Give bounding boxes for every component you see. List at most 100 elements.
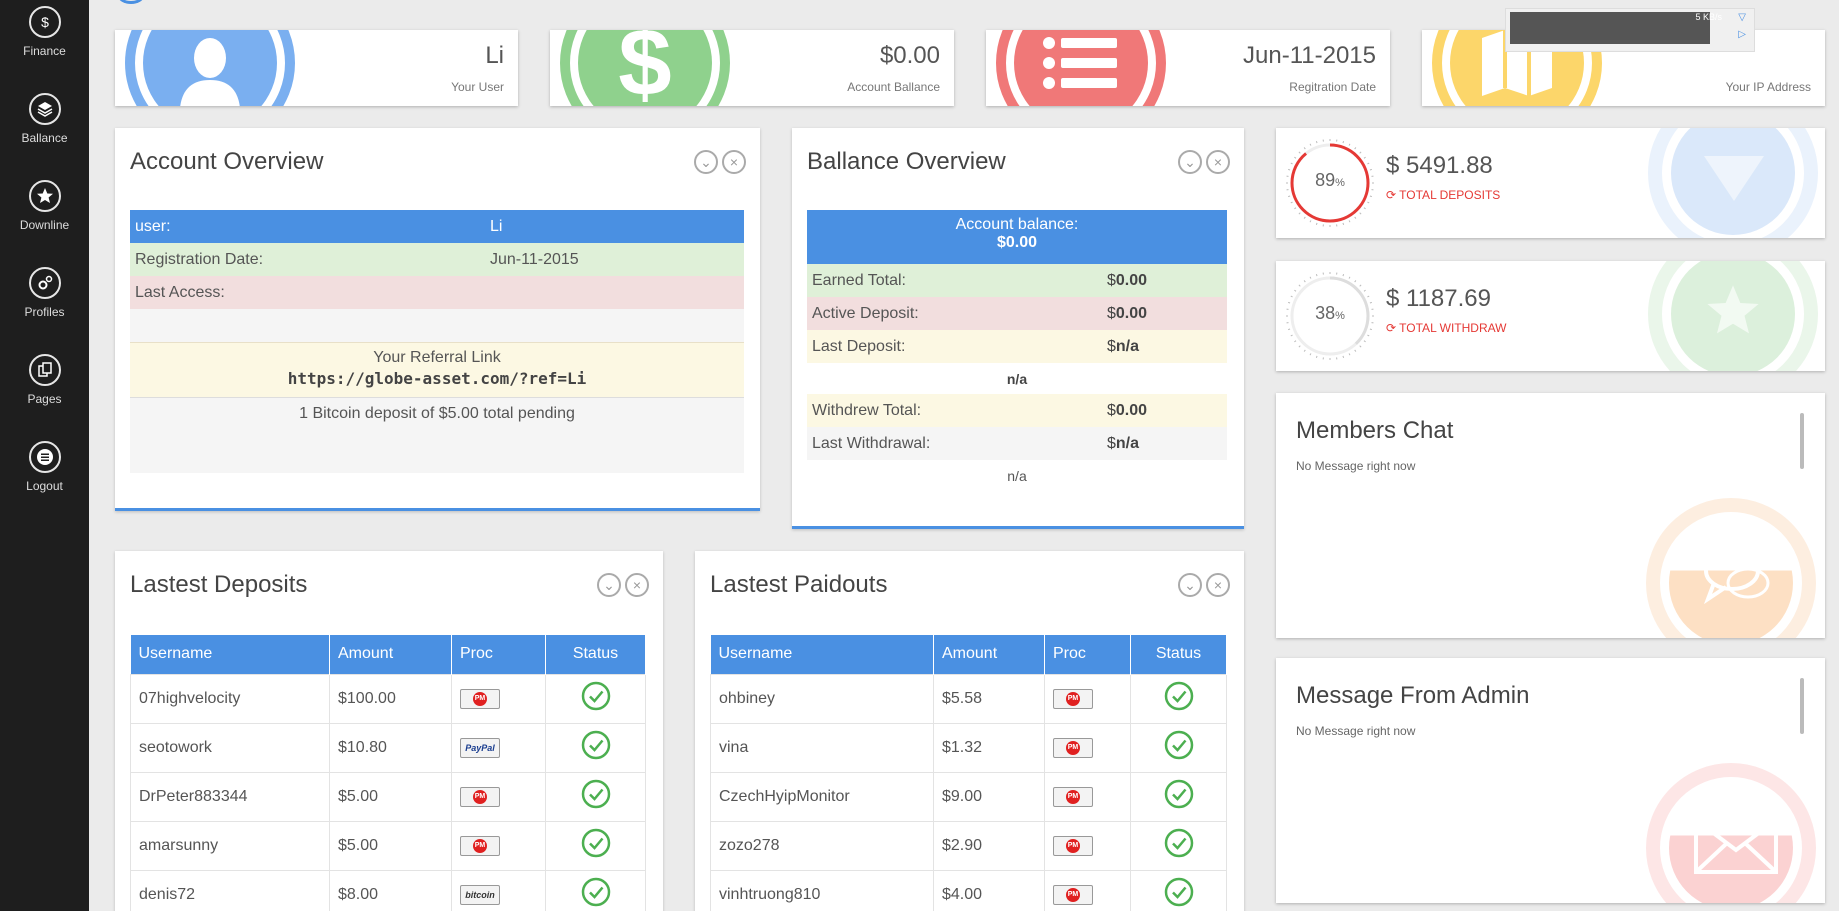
status-cell xyxy=(545,771,646,822)
gauge-tick xyxy=(1369,328,1373,331)
sidebar-item-pages[interactable]: Pages xyxy=(0,354,89,406)
star-icon xyxy=(28,180,61,212)
gauge-tick xyxy=(1315,355,1318,359)
amount-cell: $4.00 xyxy=(933,869,1045,911)
amount-cell: $8.00 xyxy=(329,869,452,911)
status-cell xyxy=(545,722,646,773)
sidebar-item-label: Finance xyxy=(23,44,66,58)
gauge-tick xyxy=(1369,195,1373,198)
sidebar: $ Finance Ballance Downline Profiles Pag… xyxy=(0,0,89,911)
loading-indicator xyxy=(118,0,144,4)
dollar-icon: $ xyxy=(28,6,61,38)
svg-text:$: $ xyxy=(618,30,671,106)
column-header: Proc xyxy=(451,635,546,674)
table-row: seotowork $10.80 PayPal xyxy=(130,722,646,773)
sidebar-item-logout[interactable]: Logout xyxy=(0,441,89,493)
balance-header: Account balance: $0.00 xyxy=(807,210,1227,264)
panel-title: Ballance Overview xyxy=(807,148,1006,175)
sidebar-item-downline[interactable]: Downline xyxy=(0,180,89,232)
proc-cell: PM xyxy=(451,771,546,822)
table-row: ohbiney $5.58 PM xyxy=(710,673,1227,724)
close-button[interactable]: × xyxy=(1206,573,1230,597)
collapse-button[interactable]: ⌄ xyxy=(1178,573,1202,597)
check-icon xyxy=(1164,877,1193,907)
gauge-tick xyxy=(1342,355,1345,359)
perfect-money-icon: PM xyxy=(1053,688,1093,709)
gauge-tick xyxy=(1309,143,1312,146)
gauge-tick xyxy=(1303,216,1306,219)
panel-title: Lastest Deposits xyxy=(130,571,308,598)
chat-icon xyxy=(1703,551,1770,605)
withdraw-amount: $ 1187.69 xyxy=(1386,285,1491,312)
perfect-money-icon: PM xyxy=(1053,737,1093,758)
check-icon xyxy=(1164,730,1193,760)
gauge-tick xyxy=(1309,220,1312,223)
proc-cell: PayPal xyxy=(451,722,546,773)
gauge-tick xyxy=(1287,195,1291,198)
panel-title: Lastest Paidouts xyxy=(710,571,888,598)
total-withdraw-panel: 38% $ 1187.69 ⟳ TOTAL WITHDRAW xyxy=(1276,261,1825,371)
status-cell xyxy=(1130,869,1227,911)
gauge-tick xyxy=(1303,349,1306,352)
sidebar-item-ballance[interactable]: Ballance xyxy=(0,93,89,145)
ad-overlay[interactable]: 5 KB/s ▽ ▷ xyxy=(1505,8,1755,52)
amount-cell: $5.00 xyxy=(329,820,452,871)
close-button[interactable]: × xyxy=(722,150,746,174)
gauge-tick xyxy=(1315,222,1318,226)
balance-row-withdrew: Withdrew Total: $0.00 xyxy=(807,394,1227,427)
check-icon xyxy=(581,730,610,760)
check-icon xyxy=(581,877,610,907)
status-cell xyxy=(1130,673,1227,724)
gauge-tick xyxy=(1363,340,1366,343)
column-header: Amount xyxy=(933,635,1045,674)
gauge-tick xyxy=(1354,216,1357,219)
username-cell: DrPeter883344 xyxy=(130,771,330,822)
pending-note: 1 Bitcoin deposit of $5.00 total pending xyxy=(130,397,744,473)
proc-cell: bitcoin xyxy=(451,869,546,911)
ad-play-icon[interactable]: ▷ xyxy=(1738,29,1746,40)
gauge-tick xyxy=(1367,201,1370,204)
referral-link[interactable]: https://globe-asset.com/?ref=Li xyxy=(130,369,744,388)
perfect-money-icon: PM xyxy=(1053,835,1093,856)
gauge-tick xyxy=(1298,212,1301,215)
status-cell xyxy=(1130,820,1227,871)
amount-cell: $9.00 xyxy=(933,771,1045,822)
gauge-tick xyxy=(1315,273,1318,277)
close-button[interactable]: × xyxy=(1206,150,1230,174)
ad-speed: 5 KB/s xyxy=(1695,12,1722,22)
gauge-tick xyxy=(1359,345,1362,348)
pages-icon xyxy=(28,354,61,386)
column-header: Status xyxy=(1130,635,1227,674)
scrollbar[interactable] xyxy=(1800,678,1804,734)
gauge-tick xyxy=(1342,140,1345,144)
amount-cell: $10.80 xyxy=(329,722,452,773)
username-cell: seotowork xyxy=(130,722,330,773)
perfect-money-icon: PM xyxy=(460,688,500,709)
gauge-tick xyxy=(1348,353,1351,356)
ad-filter-icon[interactable]: ▽ xyxy=(1738,12,1746,23)
stat-value: Li xyxy=(485,42,504,69)
gauge-tick xyxy=(1290,295,1293,298)
gauge-tick xyxy=(1354,147,1357,150)
table-row: amarsunny $5.00 PM xyxy=(130,820,646,871)
gauge-tick xyxy=(1359,212,1362,215)
check-icon xyxy=(581,779,610,809)
latest-paidouts-panel: Lastest Paidouts ⌄ × Username Amount Pro… xyxy=(695,551,1244,911)
close-button[interactable]: × xyxy=(625,573,649,597)
sidebar-item-finance[interactable]: $ Finance xyxy=(0,6,89,58)
stat-value: $0.00 xyxy=(879,42,940,69)
collapse-button[interactable]: ⌄ xyxy=(1178,150,1202,174)
proc-cell: PM xyxy=(1044,722,1131,773)
collapse-button[interactable]: ⌄ xyxy=(694,150,718,174)
sidebar-item-profiles[interactable]: Profiles xyxy=(0,267,89,319)
gauge-tick xyxy=(1287,328,1291,331)
stat-value: Jun-11-2015 xyxy=(1243,42,1376,69)
status-cell xyxy=(1130,771,1227,822)
account-row-last-access: Last Access: xyxy=(130,276,744,309)
column-header: Status xyxy=(545,635,646,674)
username-cell: ohbiney xyxy=(710,673,934,724)
scrollbar[interactable] xyxy=(1800,413,1804,469)
collapse-button[interactable]: ⌄ xyxy=(597,573,621,597)
gauge-tick xyxy=(1354,280,1357,283)
account-row-user: user: Li xyxy=(130,210,744,243)
